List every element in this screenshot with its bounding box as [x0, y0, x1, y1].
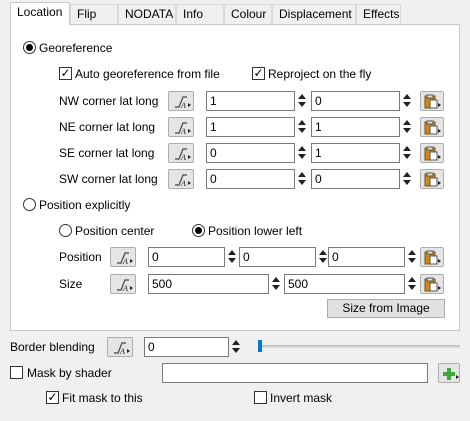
function-editor-icon: A [175, 96, 191, 110]
position-center-radio[interactable] [59, 224, 72, 237]
se-corner-label: SE corner lat long [59, 146, 155, 160]
paste-clipboard-icon [424, 120, 441, 135]
paste-clipboard-icon [424, 172, 441, 187]
paste-clipboard-icon [424, 146, 441, 161]
fit-mask-label: Fit mask to this [62, 391, 143, 405]
mask-shader-input[interactable] [162, 363, 428, 383]
svg-text:A: A [180, 101, 186, 110]
ne-corner-fx-button[interactable]: A [168, 117, 194, 137]
mask-by-shader-label: Mask by shader [27, 366, 112, 380]
se-corner-lat-spinner[interactable] [297, 143, 307, 163]
svg-text:A: A [122, 257, 128, 266]
position-label: Position [59, 250, 102, 264]
ne-corner-long-spinner[interactable] [402, 117, 412, 137]
fit-mask-checkbox[interactable]: ✓ [46, 391, 59, 404]
function-editor-icon: A [114, 342, 130, 356]
se-corner-long-input[interactable]: 1 [311, 143, 400, 163]
nw-corner-fx-button[interactable]: A [168, 91, 194, 111]
invert-mask-checkbox[interactable] [254, 391, 267, 404]
function-editor-icon: A [117, 252, 133, 266]
size-width-spinner[interactable] [271, 274, 281, 294]
reproject-label: Reproject on the fly [268, 67, 372, 81]
function-editor-icon: A [175, 148, 191, 162]
svg-text:A: A [180, 153, 186, 162]
auto-georeference-checkbox[interactable]: ✓ [59, 67, 72, 80]
add-green-plus-icon [443, 368, 459, 380]
border-blending-label: Border blending [10, 340, 95, 354]
auto-georeference-label: Auto georeference from file [75, 67, 220, 81]
function-editor-icon: A [117, 279, 133, 293]
reproject-checkbox[interactable]: ✓ [252, 67, 265, 80]
se-corner-fx-button[interactable]: A [168, 143, 194, 163]
nw-corner-label: NW corner lat long [59, 94, 159, 108]
se-corner-lat-input[interactable]: 0 [206, 143, 295, 163]
position-center-label: Position center [75, 224, 155, 238]
function-editor-icon: A [175, 122, 191, 136]
size-height-input[interactable]: 500 [284, 274, 405, 294]
mask-by-shader-checkbox[interactable] [10, 366, 23, 379]
position-x-input[interactable]: 0 [148, 247, 225, 267]
sw-corner-paste-button[interactable] [420, 169, 444, 189]
paste-clipboard-icon [424, 277, 441, 292]
function-editor-icon: A [175, 174, 191, 188]
tab-effects[interactable]: Effects [356, 4, 401, 24]
size-fx-button[interactable]: A [110, 274, 136, 294]
ne-corner-long-input[interactable]: 1 [311, 117, 400, 137]
size-paste-button[interactable] [420, 274, 444, 294]
tab-location[interactable]: Location [10, 2, 70, 25]
ne-corner-label: NE corner lat long [59, 120, 156, 134]
position-explicitly-label: Position explicitly [39, 198, 131, 212]
tab-flip[interactable]: Flip [70, 4, 118, 24]
invert-mask-label: Invert mask [270, 391, 333, 405]
nw-corner-long-input[interactable]: 0 [311, 91, 400, 111]
border-blending-input[interactable]: 0 [144, 337, 229, 357]
sw-corner-long-spinner[interactable] [402, 169, 412, 189]
position-z-input[interactable]: 0 [328, 247, 405, 267]
sw-corner-label: SW corner lat long [59, 172, 158, 186]
position-x-spinner[interactable] [227, 247, 237, 267]
svg-text:A: A [122, 284, 128, 293]
position-y-spinner[interactable] [318, 247, 328, 267]
nw-corner-long-spinner[interactable] [402, 91, 412, 111]
position-explicitly-radio[interactable] [23, 198, 36, 211]
tab-info[interactable]: Info [176, 4, 224, 24]
sw-corner-lat-spinner[interactable] [297, 169, 307, 189]
position-z-spinner[interactable] [407, 247, 417, 267]
position-lower-left-radio[interactable] [192, 224, 205, 237]
tab-colour[interactable]: Colour [224, 4, 272, 24]
ne-corner-lat-spinner[interactable] [297, 117, 307, 137]
sw-corner-lat-input[interactable]: 0 [206, 169, 295, 189]
georeference-label: Georeference [39, 41, 113, 55]
sw-corner-long-input[interactable]: 0 [311, 169, 400, 189]
border-blending-slider-handle[interactable] [258, 340, 262, 352]
nw-corner-lat-input[interactable]: 1 [206, 91, 295, 111]
size-width-input[interactable]: 500 [148, 274, 269, 294]
ne-corner-lat-input[interactable]: 1 [206, 117, 295, 137]
tab-displacement[interactable]: Displacement [272, 4, 356, 24]
se-corner-long-spinner[interactable] [402, 143, 412, 163]
position-paste-button[interactable] [420, 247, 444, 267]
border-blending-fx-button[interactable]: A [107, 337, 133, 357]
nw-corner-lat-spinner[interactable] [297, 91, 307, 111]
paste-clipboard-icon [424, 250, 441, 265]
se-corner-paste-button[interactable] [420, 143, 444, 163]
svg-text:A: A [180, 127, 186, 136]
svg-text:A: A [180, 179, 186, 188]
tab-nodata[interactable]: NODATA [118, 4, 176, 24]
position-fx-button[interactable]: A [110, 247, 136, 267]
size-label: Size [59, 277, 83, 291]
paste-clipboard-icon [424, 94, 441, 109]
position-y-input[interactable]: 0 [239, 247, 316, 267]
border-blending-spinner[interactable] [231, 337, 241, 357]
add-shader-button[interactable] [438, 363, 460, 383]
position-lower-left-label: Position lower left [208, 224, 303, 238]
border-blending-slider-track[interactable] [258, 345, 460, 348]
size-height-spinner[interactable] [407, 274, 417, 294]
ne-corner-paste-button[interactable] [420, 117, 444, 137]
svg-text:A: A [119, 347, 125, 356]
nw-corner-paste-button[interactable] [420, 91, 444, 111]
size-from-image-button[interactable]: Size from Image [327, 299, 445, 318]
sw-corner-fx-button[interactable]: A [168, 169, 194, 189]
georeference-radio[interactable] [23, 41, 36, 54]
